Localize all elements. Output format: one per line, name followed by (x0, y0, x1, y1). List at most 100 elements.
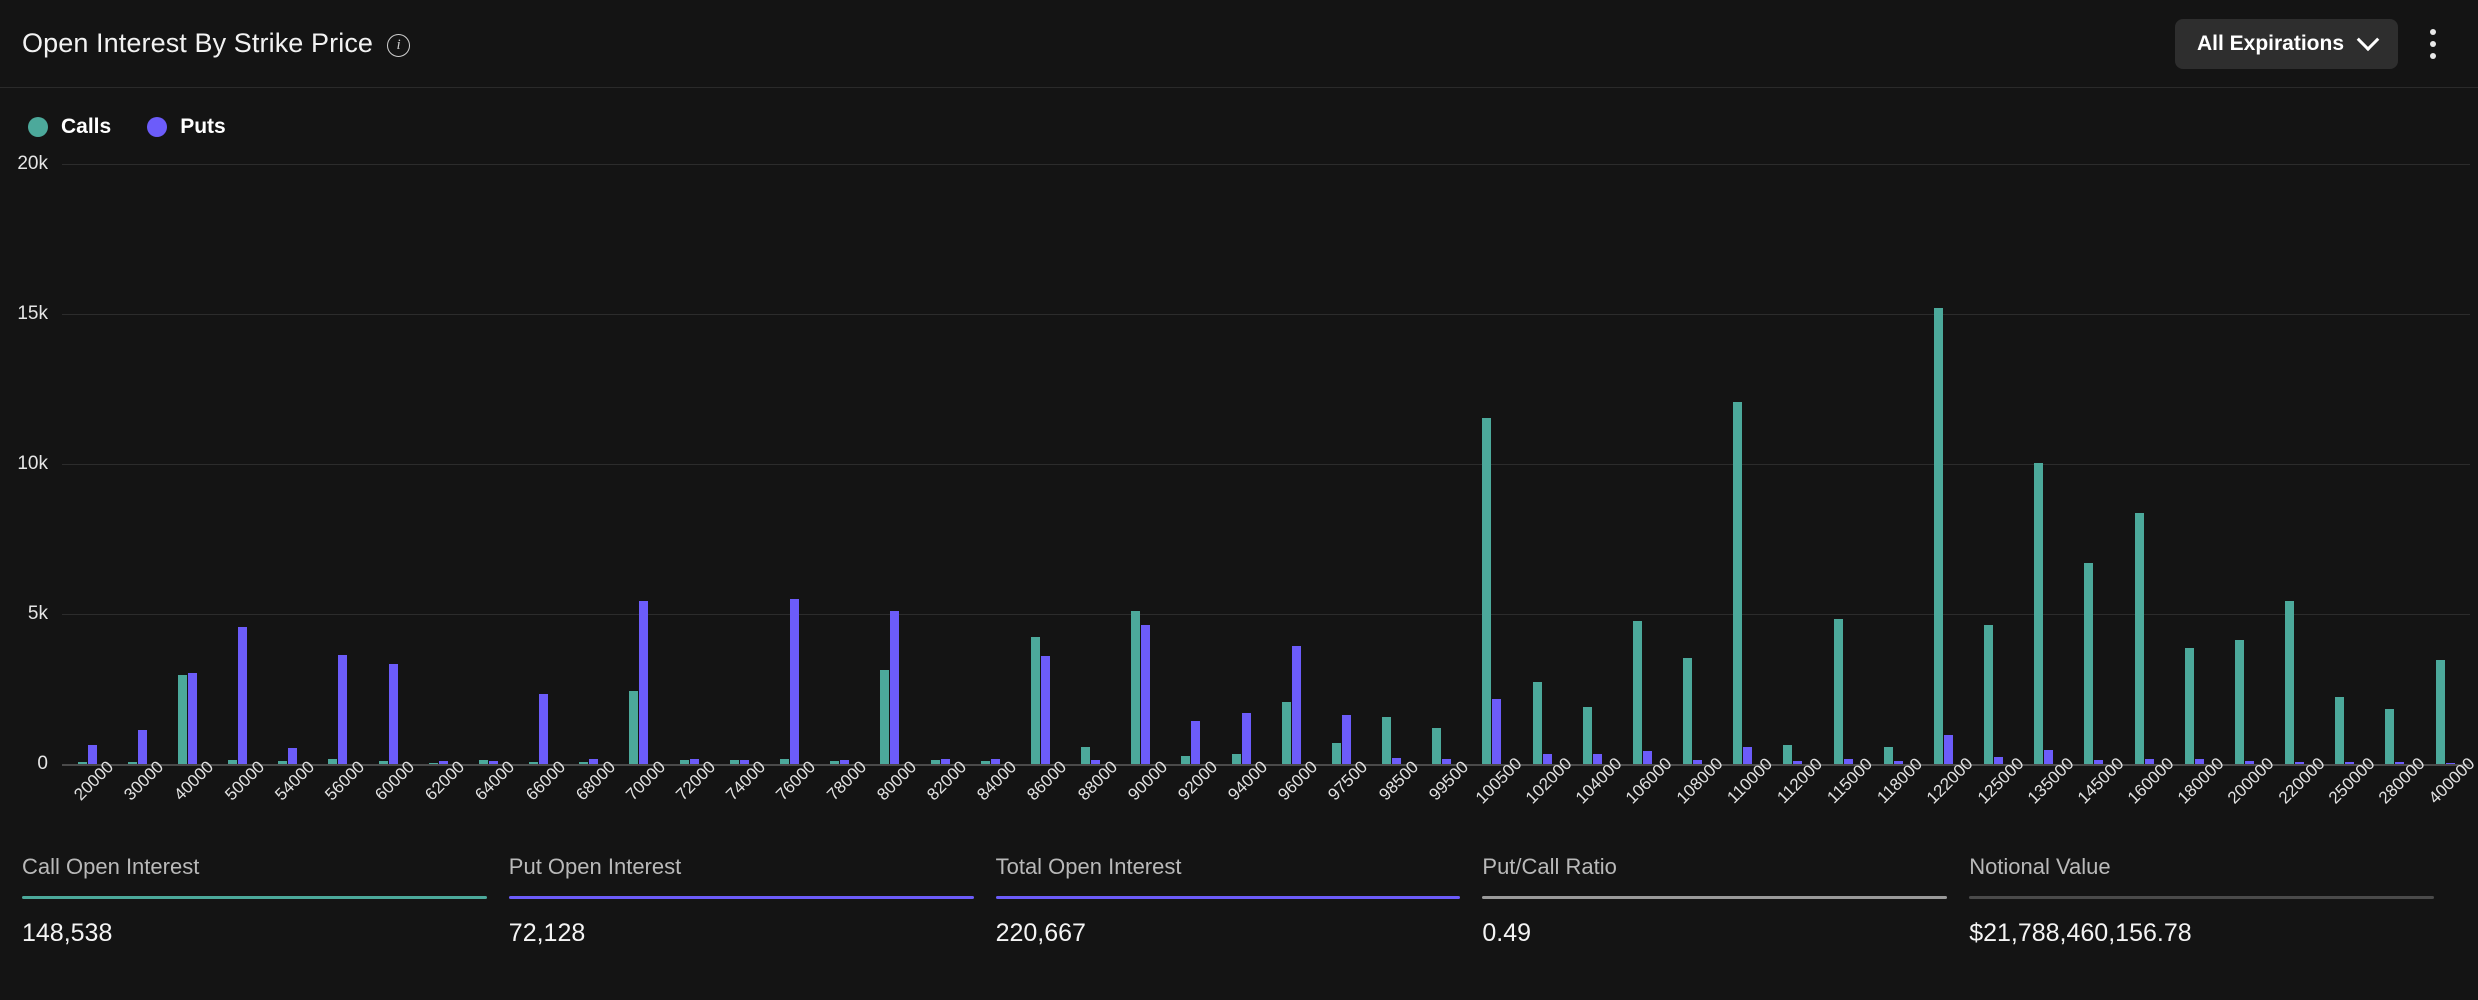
bar-group[interactable] (1969, 164, 2019, 764)
bar-group[interactable] (1668, 164, 1718, 764)
bar-put[interactable] (991, 759, 1000, 764)
bar-call[interactable] (880, 670, 889, 764)
bar-call[interactable] (278, 761, 287, 764)
bar-put[interactable] (2145, 759, 2154, 764)
bar-put[interactable] (439, 761, 448, 764)
bar-group[interactable] (62, 164, 112, 764)
bar-group[interactable] (1718, 164, 1768, 764)
bar-group[interactable] (2019, 164, 2069, 764)
bar-call[interactable] (1282, 702, 1291, 764)
bar-put[interactable] (1041, 656, 1050, 764)
bar-put[interactable] (1392, 758, 1401, 764)
bar-call[interactable] (328, 759, 337, 764)
bar-put[interactable] (690, 759, 699, 764)
bar-group[interactable] (664, 164, 714, 764)
bar-group[interactable] (162, 164, 212, 764)
bar-group[interactable] (1417, 164, 1467, 764)
bar-call[interactable] (1482, 418, 1491, 765)
bar-group[interactable] (1166, 164, 1216, 764)
bar-group[interactable] (1116, 164, 1166, 764)
bar-call[interactable] (1332, 743, 1341, 764)
bar-call[interactable] (2084, 563, 2093, 764)
bar-call[interactable] (529, 762, 538, 764)
bar-put[interactable] (389, 664, 398, 765)
bar-call[interactable] (1131, 611, 1140, 764)
bar-put[interactable] (941, 759, 950, 764)
bar-call[interactable] (128, 762, 137, 764)
bar-call[interactable] (2034, 463, 2043, 765)
bar-group[interactable] (263, 164, 313, 764)
bar-call[interactable] (228, 760, 237, 764)
bar-call[interactable] (1934, 308, 1943, 764)
legend-item-calls[interactable]: Calls (28, 115, 111, 139)
bar-put[interactable] (1693, 760, 1702, 764)
bar-put[interactable] (1944, 735, 1953, 764)
bar-call[interactable] (830, 761, 839, 764)
bar-put[interactable] (589, 759, 598, 764)
info-icon[interactable]: i (387, 34, 410, 57)
bar-group[interactable] (112, 164, 162, 764)
bar-group[interactable] (213, 164, 263, 764)
bar-put[interactable] (890, 611, 899, 764)
bar-call[interactable] (1984, 625, 1993, 765)
bar-call[interactable] (780, 759, 789, 764)
bar-group[interactable] (2069, 164, 2119, 764)
bar-group[interactable] (764, 164, 814, 764)
bar-call[interactable] (1633, 621, 1642, 764)
bar-call[interactable] (1081, 747, 1090, 764)
bar-group[interactable] (1216, 164, 1266, 764)
bar-group[interactable] (1617, 164, 1667, 764)
bar-put[interactable] (138, 730, 147, 764)
bar-call[interactable] (479, 760, 488, 764)
bar-put[interactable] (1242, 713, 1251, 764)
bar-call[interactable] (629, 691, 638, 764)
bar-group[interactable] (1567, 164, 1617, 764)
bar-put[interactable] (1492, 699, 1501, 764)
bar-group[interactable] (1316, 164, 1366, 764)
bar-group[interactable] (363, 164, 413, 764)
bar-put[interactable] (1593, 754, 1602, 765)
bar-put[interactable] (790, 599, 799, 764)
bar-group[interactable] (815, 164, 865, 764)
bar-put[interactable] (1141, 625, 1150, 764)
bar-group[interactable] (1366, 164, 1416, 764)
bar-call[interactable] (1232, 754, 1241, 764)
bar-group[interactable] (1266, 164, 1316, 764)
bar-call[interactable] (1583, 707, 1592, 764)
bar-call[interactable] (2135, 513, 2144, 764)
bar-put[interactable] (2395, 762, 2404, 764)
bar-put[interactable] (2195, 759, 2204, 764)
bar-group[interactable] (714, 164, 764, 764)
bar-group[interactable] (313, 164, 363, 764)
bar-put[interactable] (1091, 760, 1100, 764)
bar-put[interactable] (840, 760, 849, 765)
bar-group[interactable] (463, 164, 513, 764)
bar-group[interactable] (2169, 164, 2219, 764)
bar-call[interactable] (2235, 640, 2244, 764)
bar-call[interactable] (78, 762, 87, 764)
bar-put[interactable] (2044, 750, 2053, 764)
bar-call[interactable] (1783, 745, 1792, 765)
bar-group[interactable] (865, 164, 915, 764)
bar-put[interactable] (88, 745, 97, 764)
bar-put[interactable] (639, 601, 648, 764)
bar-put[interactable] (539, 694, 548, 764)
bar-call[interactable] (1884, 747, 1893, 764)
bar-group[interactable] (915, 164, 965, 764)
bar-group[interactable] (2420, 164, 2470, 764)
bar-put[interactable] (1994, 757, 2003, 764)
kebab-menu-icon[interactable] (2416, 21, 2450, 67)
bar-call[interactable] (1834, 619, 1843, 764)
bar-group[interactable] (1818, 164, 1868, 764)
bar-call[interactable] (680, 760, 689, 764)
bar-call[interactable] (730, 760, 739, 765)
bar-group[interactable] (1768, 164, 1818, 764)
bar-group[interactable] (1015, 164, 1065, 764)
bar-put[interactable] (1342, 715, 1351, 764)
bar-call[interactable] (1683, 658, 1692, 764)
bar-group[interactable] (2219, 164, 2269, 764)
bar-call[interactable] (1382, 717, 1391, 764)
bar-call[interactable] (178, 675, 187, 764)
bar-call[interactable] (981, 761, 990, 764)
bar-call[interactable] (1733, 402, 1742, 764)
